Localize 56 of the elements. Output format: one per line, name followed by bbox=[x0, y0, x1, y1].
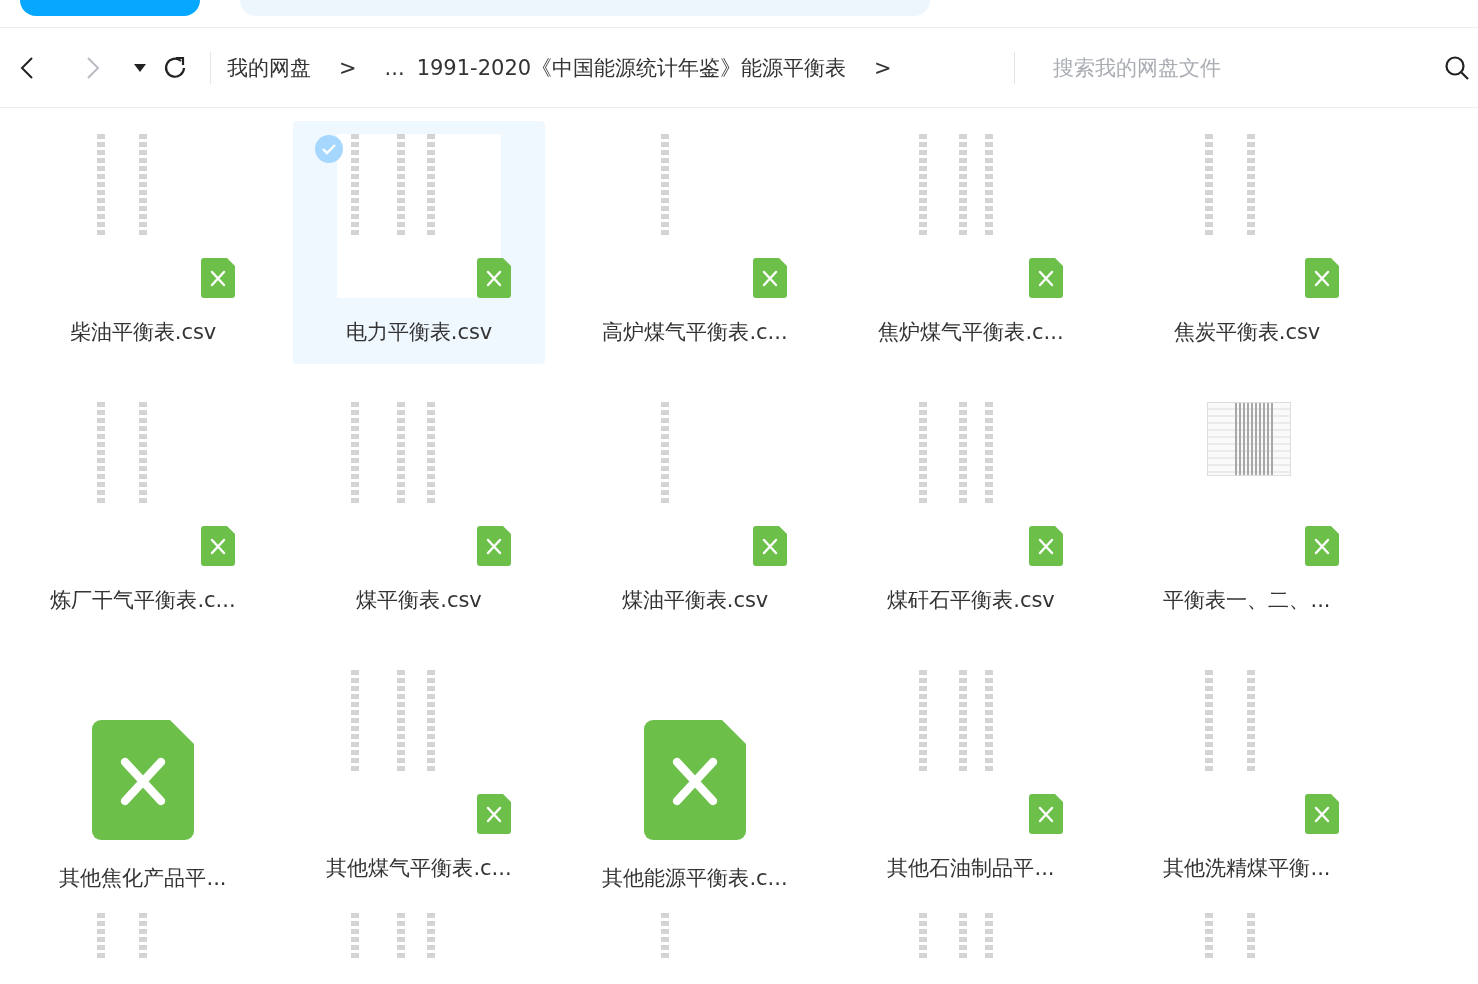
spreadsheet-file-icon bbox=[1305, 258, 1339, 298]
spreadsheet-file-icon bbox=[201, 258, 235, 298]
spreadsheet-file-icon bbox=[643, 720, 747, 840]
file-name: 柴油平衡表.csv bbox=[69, 319, 217, 346]
file-tile[interactable]: 煤平衡表.csv bbox=[293, 389, 545, 632]
file-name: 高炉煤气平衡表.c... bbox=[602, 319, 788, 346]
breadcrumb-link[interactable]: 我的网盘 bbox=[227, 53, 311, 82]
file-name: 其他能源平衡表.c... bbox=[602, 865, 788, 892]
spreadsheet-file-icon bbox=[1305, 526, 1339, 566]
spreadsheet-file-icon bbox=[477, 794, 511, 834]
spreadsheet-file-icon bbox=[1029, 526, 1063, 566]
file-name: 煤油平衡表.csv bbox=[621, 587, 769, 614]
spreadsheet-file-icon bbox=[201, 526, 235, 566]
upload-button[interactable] bbox=[20, 0, 200, 16]
file-tile[interactable]: 高炉煤气平衡表.c... bbox=[569, 121, 821, 364]
spreadsheet-file-icon bbox=[477, 526, 511, 566]
file-tile[interactable]: 其他焦化产品平... bbox=[17, 657, 269, 900]
file-tile[interactable]: 其他洗精煤平衡... bbox=[1121, 657, 1373, 900]
file-tile[interactable]: 柴油平衡表.csv bbox=[17, 121, 269, 364]
spreadsheet-file-icon bbox=[753, 526, 787, 566]
file-name: 其他煤气平衡表.c... bbox=[326, 855, 512, 882]
breadcrumb-separator: > bbox=[874, 55, 892, 80]
file-name: 煤矸石平衡表.csv bbox=[887, 587, 1055, 614]
file-name: 焦炉煤气平衡表.c... bbox=[878, 319, 1064, 346]
breadcrumb-link[interactable]: ... bbox=[384, 55, 405, 80]
spreadsheet-file-icon bbox=[1029, 258, 1063, 298]
file-name: 焦炭平衡表.csv bbox=[1173, 319, 1321, 346]
file-tile[interactable]: 其他煤气平衡表.c... bbox=[293, 657, 545, 900]
breadcrumb-separator: > bbox=[339, 55, 357, 80]
breadcrumb-link[interactable]: 1991-2020《中国能源统计年鉴》能源平衡表 bbox=[416, 53, 847, 82]
file-tile[interactable]: 其他石油制品平... bbox=[845, 657, 1097, 900]
file-tile[interactable]: 炼厂干气平衡表.c... bbox=[17, 389, 269, 632]
file-name: 煤平衡表.csv bbox=[356, 587, 482, 614]
file-name: 其他石油制品平... bbox=[887, 855, 1055, 882]
file-tile[interactable]: 焦炭平衡表.csv bbox=[1121, 121, 1373, 364]
file-tile[interactable]: 平衡表一、二、... bbox=[1121, 389, 1373, 632]
file-name: 其他焦化产品平... bbox=[59, 865, 227, 892]
file-tile[interactable]: 其他能源平衡表.c... bbox=[569, 657, 821, 900]
file-name: 电力平衡表.csv bbox=[345, 319, 493, 346]
file-tile[interactable]: 煤油平衡表.csv bbox=[569, 389, 821, 632]
spreadsheet-file-icon bbox=[477, 258, 511, 298]
file-name: 平衡表一、二、... bbox=[1163, 587, 1331, 614]
refresh-icon[interactable] bbox=[162, 54, 188, 81]
back-icon[interactable] bbox=[20, 55, 34, 80]
search-icon[interactable] bbox=[1444, 54, 1470, 81]
file-tile[interactable]: 电力平衡表.csv bbox=[293, 121, 545, 364]
spreadsheet-file-icon bbox=[1029, 794, 1063, 834]
spreadsheet-file-icon bbox=[753, 258, 787, 298]
caret-icon[interactable] bbox=[134, 63, 146, 72]
spreadsheet-file-icon bbox=[91, 720, 195, 840]
file-tile[interactable]: 煤矸石平衡表.csv bbox=[845, 389, 1097, 632]
file-tile[interactable]: 焦炉煤气平衡表.c... bbox=[845, 121, 1097, 364]
check-icon[interactable] bbox=[315, 135, 343, 163]
file-name: 其他洗精煤平衡... bbox=[1163, 855, 1331, 882]
spreadsheet-file-icon bbox=[1305, 794, 1339, 834]
file-name: 炼厂干气平衡表.c... bbox=[50, 587, 236, 614]
